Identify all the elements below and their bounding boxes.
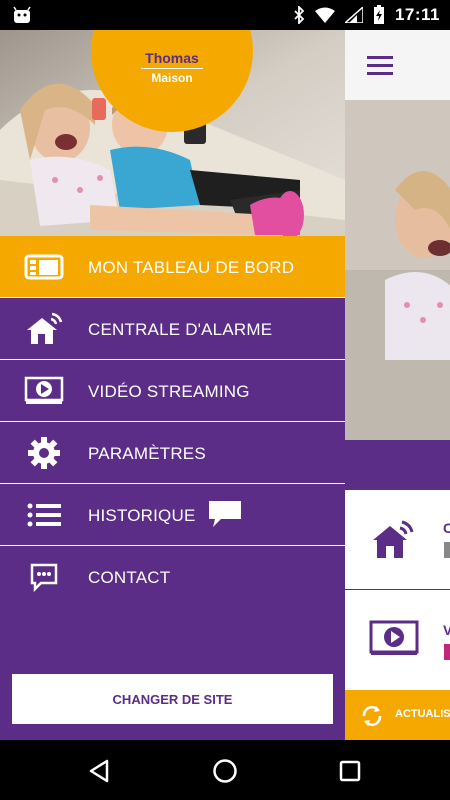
logo-divider — [141, 68, 203, 69]
menu-item-label: PARAMÈTRES — [88, 444, 206, 463]
home-icon[interactable] — [212, 758, 238, 784]
background-screen: C V ACTUALIS — [345, 30, 450, 740]
menu-item-video[interactable]: VIDÉO STREAMING — [0, 360, 345, 422]
menu-item-settings[interactable]: PARAMÈTRES — [0, 422, 345, 484]
recents-icon[interactable] — [337, 758, 363, 784]
menu-item-dashboard[interactable]: MON TABLEAU DE BORD — [0, 236, 345, 298]
drawer-menu: MON TABLEAU DE BORD CENTRALE D'ALARME VI… — [0, 236, 345, 608]
hamburger-menu-icon[interactable] — [367, 55, 393, 75]
video-play-icon — [369, 620, 419, 655]
bluetooth-icon — [294, 6, 305, 24]
menu-item-label: HISTORIQUE — [88, 506, 196, 525]
change-site-button[interactable]: CHANGER DE SITE — [12, 674, 333, 724]
message-icon — [22, 560, 66, 594]
app-toolbar — [345, 30, 450, 100]
status-bar: 17:11 — [0, 0, 450, 30]
menu-item-contact[interactable]: CONTACT — [0, 546, 345, 608]
chat-bubble-icon — [209, 501, 241, 527]
alarm-card[interactable]: C — [345, 490, 450, 590]
menu-item-label: MON TABLEAU DE BORD — [88, 258, 295, 277]
signal-icon — [344, 7, 363, 23]
menu-item-label: CONTACT — [88, 568, 171, 587]
menu-item-alarm[interactable]: CENTRALE D'ALARME — [0, 298, 345, 360]
video-card[interactable]: V — [345, 590, 450, 690]
back-icon[interactable] — [87, 758, 113, 784]
brand-name-line2: Maison — [151, 71, 193, 85]
video-play-icon — [22, 374, 66, 408]
battery-charging-icon — [373, 5, 384, 24]
menu-item-history[interactable]: HISTORIQUE — [0, 484, 345, 546]
navigation-drawer: Thomas Maison MON TABLEAU DE BORD CENTRA… — [0, 30, 345, 740]
menu-item-label: VIDÉO STREAMING — [88, 382, 250, 401]
smart-home-icon — [373, 520, 414, 558]
system-nav-bar — [0, 740, 450, 800]
drawer-header-photo: Thomas Maison — [0, 30, 345, 236]
section-band — [345, 440, 450, 490]
android-icon — [13, 6, 31, 23]
clock: 17:11 — [394, 5, 440, 24]
brand-name-line1: Thomas — [145, 50, 199, 66]
dashboard-icon — [22, 250, 66, 284]
wifi-icon — [314, 7, 335, 23]
card-title: C — [443, 520, 450, 536]
refresh-icon — [362, 706, 382, 726]
list-icon — [22, 498, 66, 532]
refresh-label: ACTUALIS — [395, 708, 450, 720]
smart-home-icon — [22, 312, 66, 346]
refresh-bar[interactable]: ACTUALIS — [345, 690, 450, 740]
hero-photo — [345, 100, 450, 440]
card-title: V — [443, 622, 450, 638]
menu-item-label: CENTRALE D'ALARME — [88, 320, 273, 339]
gear-icon — [22, 436, 66, 470]
